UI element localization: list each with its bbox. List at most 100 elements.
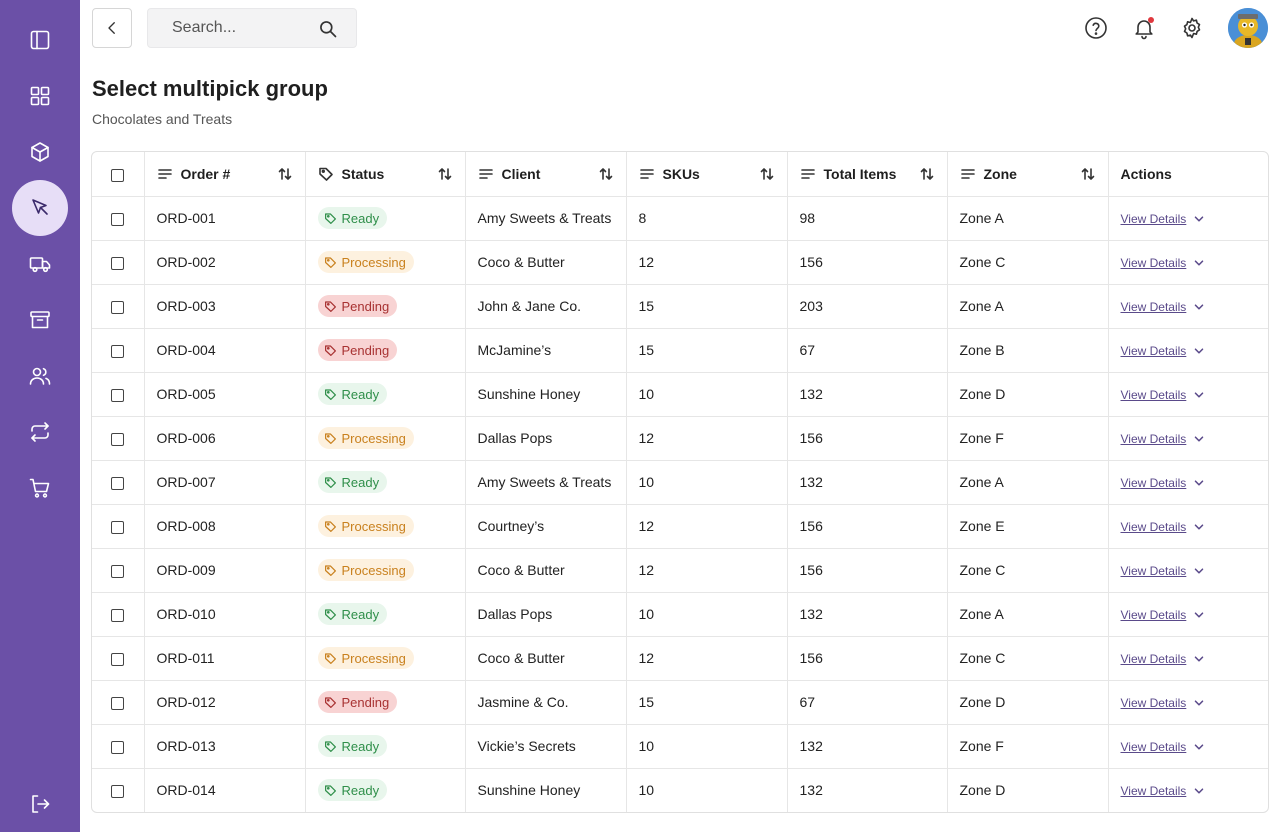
view-details-link[interactable]: View Details (1121, 212, 1187, 226)
sort-arrows-icon[interactable] (437, 166, 453, 182)
column-header-client: Client (465, 152, 627, 197)
row-checkbox[interactable] (111, 785, 125, 799)
status-badge: Ready (317, 471, 388, 493)
status-badge: Pending (317, 339, 398, 361)
back-button[interactable] (92, 8, 132, 48)
view-details-link[interactable]: View Details (1121, 432, 1187, 446)
help-icon[interactable] (1082, 14, 1110, 42)
row-checkbox[interactable] (111, 564, 125, 578)
view-details-action[interactable]: View Details (1121, 740, 1207, 754)
table-body: ORD-001 Ready Amy Sweets & Treats 8 98 Zone A… (92, 196, 1268, 812)
view-details-action[interactable]: View Details (1121, 256, 1207, 270)
view-details-action[interactable]: View Details (1121, 476, 1207, 490)
view-details-action[interactable]: View Details (1121, 564, 1207, 578)
row-select-cell (92, 636, 145, 681)
row-checkbox[interactable] (111, 344, 125, 358)
status-cell: Ready (305, 768, 466, 812)
view-details-action[interactable]: View Details (1121, 608, 1207, 622)
users-icon[interactable] (12, 348, 68, 404)
row-checkbox[interactable] (111, 300, 125, 314)
row-checkbox[interactable] (111, 696, 125, 710)
status-badge: Ready (317, 603, 388, 625)
view-details-link[interactable]: View Details (1121, 256, 1187, 270)
status-badge: Pending (317, 295, 398, 317)
transfer-arrows-icon[interactable] (12, 404, 68, 460)
table-row: ORD-001 Ready Amy Sweets & Treats 8 98 Zone A… (92, 196, 1268, 241)
view-details-link[interactable]: View Details (1121, 564, 1187, 578)
view-details-link[interactable]: View Details (1121, 476, 1187, 490)
row-checkbox[interactable] (111, 256, 125, 270)
row-checkbox[interactable] (111, 740, 125, 754)
chevron-left-icon (108, 22, 115, 34)
sort-arrows-icon[interactable] (598, 166, 614, 182)
skus-cell: 12 (626, 636, 788, 681)
sort-arrows-icon[interactable] (919, 166, 935, 182)
row-select-cell (92, 724, 145, 769)
table-row: ORD-002 Processing Coco & Butter 12 156 Zone … (92, 240, 1268, 285)
column-label-actions: Actions (1120, 165, 1172, 182)
view-details-link[interactable]: View Details (1121, 784, 1187, 798)
package-box-icon[interactable] (12, 124, 68, 180)
row-checkbox[interactable] (111, 212, 125, 226)
row-checkbox[interactable] (111, 388, 125, 402)
row-checkbox[interactable] (111, 652, 125, 666)
shopping-cart-icon[interactable] (12, 460, 68, 516)
delivery-truck-icon[interactable] (12, 236, 68, 292)
actions-cell: View Details (1108, 240, 1268, 285)
table-row: ORD-007 Ready Amy Sweets & Treats 10 132 Zone… (92, 460, 1268, 505)
view-details-link[interactable]: View Details (1121, 344, 1187, 358)
view-details-action[interactable]: View Details (1121, 696, 1207, 710)
view-details-link[interactable]: View Details (1121, 520, 1187, 534)
view-details-link[interactable]: View Details (1121, 696, 1187, 710)
sort-arrows-icon[interactable] (1080, 166, 1096, 182)
status-label: Ready (341, 782, 380, 798)
view-details-action[interactable]: View Details (1121, 344, 1207, 358)
row-checkbox[interactable] (111, 476, 125, 490)
client-cell: McJamine’s (465, 328, 627, 373)
tag-icon (324, 740, 336, 752)
total-items-cell: 156 (787, 548, 948, 593)
status-label: Processing (341, 650, 406, 666)
notification-dot (1148, 17, 1154, 23)
view-details-action[interactable]: View Details (1121, 652, 1207, 666)
view-details-link[interactable]: View Details (1121, 652, 1187, 666)
search-icon[interactable] (318, 19, 338, 39)
logout-icon[interactable] (12, 776, 68, 832)
view-details-action[interactable]: View Details (1121, 432, 1207, 446)
column-label-skus: SKUs (662, 165, 700, 182)
avatar[interactable] (1228, 8, 1268, 48)
zone-cell: Zone F (947, 416, 1109, 461)
view-details-action[interactable]: View Details (1121, 388, 1207, 402)
sort-arrows-icon[interactable] (759, 166, 775, 182)
zone-cell: Zone F (947, 724, 1109, 769)
notification-bell-icon[interactable] (1130, 14, 1158, 42)
actions-cell: View Details (1108, 548, 1268, 593)
client-cell: Dallas Pops (465, 592, 627, 637)
view-details-link[interactable]: View Details (1121, 740, 1187, 754)
column-header-zone: Zone (947, 152, 1109, 197)
sort-arrows-icon[interactable] (277, 166, 293, 182)
search-input[interactable] (172, 19, 312, 37)
view-details-link[interactable]: View Details (1121, 388, 1187, 402)
client-cell: Jasmine & Co. (465, 680, 627, 725)
view-details-link[interactable]: View Details (1121, 608, 1187, 622)
view-details-action[interactable]: View Details (1121, 784, 1207, 798)
sidebar-toggle-icon[interactable] (12, 12, 68, 68)
page-title: Select multipick group (92, 76, 328, 101)
order-number-cell: ORD-013 (144, 724, 306, 769)
view-details-action[interactable]: View Details (1121, 300, 1207, 314)
row-select-cell (92, 284, 145, 329)
row-checkbox[interactable] (111, 432, 125, 446)
tag-icon (324, 520, 336, 532)
dashboard-grid-icon[interactable] (12, 68, 68, 124)
cursor-pick-icon[interactable] (12, 180, 68, 236)
settings-gear-icon[interactable] (1178, 14, 1206, 42)
client-cell: Sunshine Honey (465, 768, 627, 812)
archive-icon[interactable] (12, 292, 68, 348)
row-checkbox[interactable] (111, 608, 125, 622)
row-checkbox[interactable] (111, 520, 125, 534)
select-all-checkbox[interactable] (111, 168, 125, 182)
view-details-link[interactable]: View Details (1121, 300, 1187, 314)
view-details-action[interactable]: View Details (1121, 520, 1207, 534)
view-details-action[interactable]: View Details (1121, 212, 1207, 226)
